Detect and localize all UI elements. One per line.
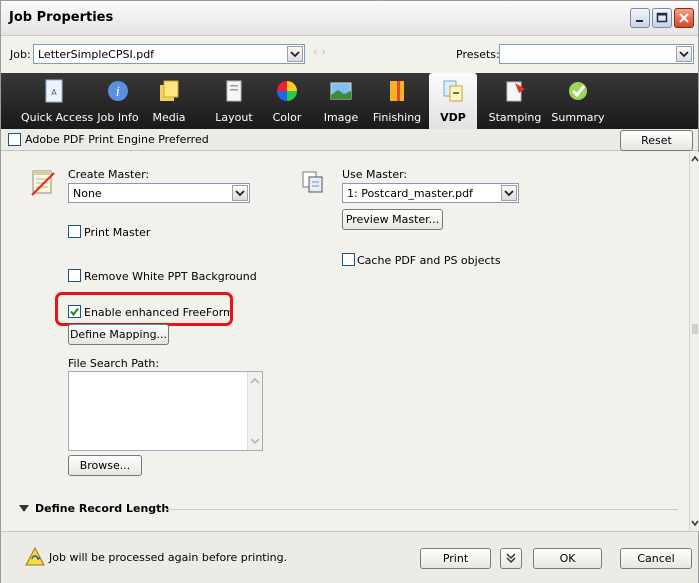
reprocess-warning-icon bbox=[25, 547, 45, 566]
tab-summary[interactable]: Summary bbox=[551, 73, 605, 129]
tab-layout[interactable]: Layout bbox=[211, 73, 257, 129]
pdf-engine-label: Adobe PDF Print Engine Preferred bbox=[25, 133, 209, 146]
vertical-scrollbar[interactable] bbox=[689, 152, 699, 531]
layout-icon bbox=[226, 80, 242, 102]
prev-job-button[interactable]: ‹ bbox=[313, 45, 317, 58]
category-toolbar: A Quick Access i Job Info Media Layout C… bbox=[1, 73, 698, 129]
svg-text:A: A bbox=[51, 88, 57, 97]
svg-text:i: i bbox=[116, 85, 120, 100]
finishing-icon bbox=[390, 81, 404, 101]
scroll-up-icon bbox=[250, 377, 260, 384]
close-button[interactable] bbox=[674, 8, 694, 28]
maximize-icon bbox=[656, 12, 668, 23]
use-master-label: Use Master: bbox=[342, 168, 408, 181]
remove-white-checkbox[interactable] bbox=[68, 269, 81, 282]
preview-master-button[interactable]: Preview Master... bbox=[342, 209, 443, 230]
define-record-length-header[interactable]: Define Record Length bbox=[35, 502, 169, 515]
create-master-label: Create Master: bbox=[68, 168, 150, 181]
pdf-engine-row: Adobe PDF Print Engine Preferred Reset bbox=[1, 129, 698, 151]
ok-button[interactable]: OK bbox=[533, 548, 602, 569]
scroll-down-icon bbox=[250, 438, 260, 445]
window-controls bbox=[630, 8, 694, 28]
use-master-icon bbox=[302, 171, 323, 193]
scroll-down-icon bbox=[691, 520, 699, 527]
color-wheel-icon bbox=[277, 81, 297, 101]
tab-finishing[interactable]: Finishing bbox=[371, 73, 423, 129]
summary-check-icon bbox=[569, 82, 587, 100]
print-button[interactable]: Print bbox=[420, 548, 491, 569]
chevron-down-icon[interactable] bbox=[232, 185, 248, 201]
print-master-label: Print Master bbox=[84, 226, 151, 239]
status-message: Job will be processed again before print… bbox=[49, 551, 288, 564]
pdf-engine-checkbox[interactable] bbox=[8, 133, 21, 146]
info-icon: i bbox=[108, 81, 128, 101]
chevron-down-icon[interactable] bbox=[287, 46, 303, 62]
section-divider bbox=[166, 509, 678, 510]
print-master-checkbox[interactable] bbox=[68, 225, 81, 238]
create-master-icon bbox=[31, 170, 55, 196]
print-options-button[interactable] bbox=[500, 548, 522, 569]
job-select[interactable]: LetterSimpleCPSI.pdf bbox=[33, 44, 305, 64]
tab-quick-access[interactable]: A Quick Access bbox=[21, 73, 93, 129]
define-mapping-button[interactable]: Define Mapping... bbox=[68, 324, 169, 345]
tab-color[interactable]: Color bbox=[267, 73, 307, 129]
job-select-value: LetterSimpleCPSI.pdf bbox=[38, 48, 155, 61]
cancel-button[interactable]: Cancel bbox=[620, 548, 692, 569]
chevron-down-icon[interactable] bbox=[501, 185, 517, 201]
tab-stamping[interactable]: Stamping bbox=[487, 73, 543, 129]
image-icon bbox=[330, 82, 352, 100]
textarea-scrollbar[interactable] bbox=[247, 372, 262, 450]
double-chevron-down-icon bbox=[506, 553, 516, 564]
close-icon bbox=[679, 13, 689, 23]
create-master-value: None bbox=[73, 187, 102, 200]
scroll-up-icon bbox=[691, 155, 699, 162]
tab-media[interactable]: Media bbox=[149, 73, 189, 129]
next-job-button[interactable]: › bbox=[321, 45, 325, 58]
job-nav: ‹ › bbox=[313, 45, 326, 58]
stamping-icon bbox=[506, 81, 525, 102]
window-title: Job Properties bbox=[9, 10, 114, 25]
tab-vdp[interactable]: VDP bbox=[429, 73, 477, 129]
file-search-path-label: File Search Path: bbox=[68, 357, 160, 370]
scroll-thumb[interactable] bbox=[692, 324, 698, 334]
browse-button[interactable]: Browse... bbox=[68, 455, 142, 476]
file-search-path-input[interactable] bbox=[68, 371, 263, 451]
create-master-select[interactable]: None bbox=[68, 183, 250, 203]
title-bar[interactable]: Job Properties bbox=[1, 1, 698, 36]
chevron-down-icon[interactable] bbox=[676, 46, 692, 62]
presets-label: Presets: bbox=[456, 48, 500, 61]
footer-bar: Job will be processed again before print… bbox=[1, 531, 698, 583]
reset-button[interactable]: Reset bbox=[620, 130, 693, 151]
cache-pdf-checkbox[interactable] bbox=[342, 253, 355, 266]
remove-white-label: Remove White PPT Background bbox=[84, 270, 257, 283]
job-row: Job: LetterSimpleCPSI.pdf ‹ › Presets: bbox=[1, 37, 698, 73]
use-master-value: 1: Postcard_master.pdf bbox=[347, 187, 473, 200]
use-master-select[interactable]: 1: Postcard_master.pdf bbox=[342, 183, 519, 203]
highlight-annotation bbox=[55, 292, 233, 326]
presets-select[interactable] bbox=[499, 44, 694, 64]
job-label: Job: bbox=[10, 48, 31, 61]
tab-job-info[interactable]: i Job Info bbox=[89, 73, 147, 129]
vdp-icon bbox=[443, 80, 463, 102]
collapse-triangle-icon[interactable] bbox=[19, 505, 29, 513]
tab-image[interactable]: Image bbox=[319, 73, 363, 129]
quick-access-icon: A bbox=[45, 79, 63, 103]
maximize-button[interactable] bbox=[652, 8, 672, 28]
minimize-button[interactable] bbox=[630, 8, 650, 28]
media-icon bbox=[160, 80, 179, 101]
minimize-icon bbox=[636, 20, 643, 22]
job-properties-window: Job Properties Job: LetterSimpleCPSI.pdf… bbox=[0, 0, 699, 583]
cache-pdf-label: Cache PDF and PS objects bbox=[357, 254, 501, 267]
